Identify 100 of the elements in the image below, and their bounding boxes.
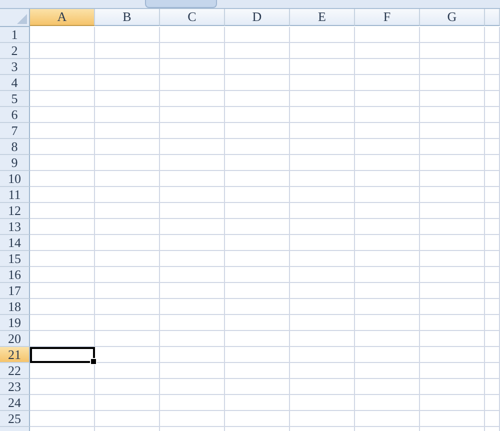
- grid-cell[interactable]: [355, 299, 420, 315]
- grid-cell[interactable]: [485, 411, 500, 427]
- fill-handle[interactable]: [90, 358, 97, 365]
- grid-cell[interactable]: [225, 123, 290, 139]
- grid-cell[interactable]: [355, 59, 420, 75]
- column-header[interactable]: C: [160, 9, 225, 26]
- grid-cell[interactable]: [485, 363, 500, 379]
- grid-cell[interactable]: [290, 187, 355, 203]
- grid-cell[interactable]: [290, 75, 355, 91]
- grid-cell[interactable]: [160, 363, 225, 379]
- grid-cell[interactable]: [485, 347, 500, 363]
- grid-cell[interactable]: [30, 283, 95, 299]
- grid-cell[interactable]: [225, 267, 290, 283]
- grid-cell[interactable]: [30, 75, 95, 91]
- grid-cell[interactable]: [420, 171, 485, 187]
- grid-cell[interactable]: [485, 219, 500, 235]
- grid-cell[interactable]: [355, 75, 420, 91]
- grid-cell[interactable]: [160, 411, 225, 427]
- grid-cell[interactable]: [95, 251, 160, 267]
- grid-cell[interactable]: [355, 315, 420, 331]
- grid-cell[interactable]: [95, 347, 160, 363]
- grid-cell[interactable]: [30, 331, 95, 347]
- grid-cell[interactable]: [95, 59, 160, 75]
- grid-cell[interactable]: [95, 363, 160, 379]
- grid-cell[interactable]: [160, 91, 225, 107]
- column-header[interactable]: [485, 9, 500, 26]
- grid-cell[interactable]: [225, 299, 290, 315]
- grid-cell[interactable]: [160, 107, 225, 123]
- grid-cell[interactable]: [485, 139, 500, 155]
- grid-cell[interactable]: [290, 347, 355, 363]
- grid-cell[interactable]: [160, 187, 225, 203]
- grid-cell[interactable]: [160, 379, 225, 395]
- grid-cell[interactable]: [160, 171, 225, 187]
- grid-cell[interactable]: [485, 203, 500, 219]
- grid-cell[interactable]: [485, 267, 500, 283]
- grid-cell[interactable]: [290, 139, 355, 155]
- column-header[interactable]: B: [95, 9, 160, 26]
- row-header[interactable]: 12: [0, 203, 30, 219]
- grid-cell[interactable]: [225, 251, 290, 267]
- row-header[interactable]: 23: [0, 379, 30, 395]
- grid-cell[interactable]: [160, 267, 225, 283]
- column-header[interactable]: A: [30, 9, 95, 26]
- grid-cell[interactable]: [355, 139, 420, 155]
- grid-cell[interactable]: [30, 267, 95, 283]
- grid-cell[interactable]: [160, 219, 225, 235]
- grid-cell[interactable]: [95, 235, 160, 251]
- grid-cell[interactable]: [355, 379, 420, 395]
- grid-cell[interactable]: [420, 219, 485, 235]
- grid-cell[interactable]: [30, 91, 95, 107]
- grid-cell[interactable]: [95, 395, 160, 411]
- grid-cell[interactable]: [160, 251, 225, 267]
- grid-cell[interactable]: [485, 379, 500, 395]
- row-header[interactable]: 3: [0, 59, 30, 75]
- row-header[interactable]: 22: [0, 363, 30, 379]
- grid-cell[interactable]: [355, 283, 420, 299]
- grid-cell[interactable]: [485, 123, 500, 139]
- grid-cell[interactable]: [30, 251, 95, 267]
- grid-cell[interactable]: [420, 155, 485, 171]
- grid-cell[interactable]: [485, 235, 500, 251]
- row-header[interactable]: 7: [0, 123, 30, 139]
- grid-cell[interactable]: [355, 411, 420, 427]
- grid-cell[interactable]: [225, 139, 290, 155]
- grid-cell[interactable]: [160, 43, 225, 59]
- grid-cell[interactable]: [160, 347, 225, 363]
- grid-cell[interactable]: [355, 347, 420, 363]
- grid-cell[interactable]: [420, 251, 485, 267]
- grid-cell[interactable]: [485, 155, 500, 171]
- grid-cell[interactable]: [420, 331, 485, 347]
- grid-cell[interactable]: [485, 187, 500, 203]
- row-header[interactable]: 14: [0, 235, 30, 251]
- grid-cell[interactable]: [30, 395, 95, 411]
- grid-cell[interactable]: [30, 203, 95, 219]
- grid-cell[interactable]: [290, 219, 355, 235]
- grid-cell[interactable]: [290, 267, 355, 283]
- grid-cell[interactable]: [290, 395, 355, 411]
- grid-cell[interactable]: [485, 299, 500, 315]
- grid-cell[interactable]: [290, 59, 355, 75]
- grid-cell[interactable]: [290, 27, 355, 43]
- grid-cell[interactable]: [225, 75, 290, 91]
- row-header[interactable]: 9: [0, 155, 30, 171]
- row-header[interactable]: 10: [0, 171, 30, 187]
- grid-cell[interactable]: [30, 27, 95, 43]
- row-header[interactable]: 17: [0, 283, 30, 299]
- grid-cell[interactable]: [355, 267, 420, 283]
- grid-cell[interactable]: [290, 203, 355, 219]
- grid-cell[interactable]: [95, 203, 160, 219]
- grid-cell[interactable]: [30, 379, 95, 395]
- grid-cell[interactable]: [160, 59, 225, 75]
- grid-cell[interactable]: [95, 187, 160, 203]
- row-header[interactable]: 15: [0, 251, 30, 267]
- grid-cell[interactable]: [355, 395, 420, 411]
- grid-cell[interactable]: [95, 331, 160, 347]
- grid-cell[interactable]: [485, 59, 500, 75]
- grid-cell[interactable]: [95, 123, 160, 139]
- grid-cell[interactable]: [30, 139, 95, 155]
- grid-cell[interactable]: [420, 59, 485, 75]
- grid-cell[interactable]: [420, 123, 485, 139]
- grid-cell[interactable]: [290, 331, 355, 347]
- row-header[interactable]: 20: [0, 331, 30, 347]
- grid-cell[interactable]: [30, 219, 95, 235]
